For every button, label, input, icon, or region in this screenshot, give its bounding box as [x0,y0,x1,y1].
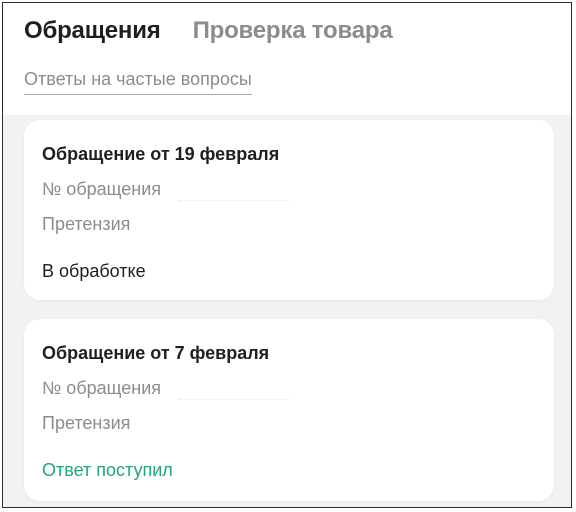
tab-appeals[interactable]: Обращения [24,17,161,45]
appeal-type: Претензия [42,413,131,433]
screen-frame: Обращения Проверка товара Ответы на част… [2,2,572,508]
appeal-number-value [179,200,289,201]
appeal-number-value [179,399,289,400]
tab-product-check[interactable]: Проверка товара [193,17,393,45]
appeal-title: Обращение от 7 февраля [42,343,270,363]
header: Обращения Проверка товара Ответы на част… [3,3,571,115]
appeal-number-label: № обращения [42,378,162,398]
appeal-card[interactable]: Обращение от 7 февраля № обращения Прете… [24,319,554,501]
faq-link[interactable]: Ответы на частые вопросы [24,69,252,95]
appeal-status: В обработке [42,261,146,281]
appeal-number-label: № обращения [42,179,162,199]
appeal-title: Обращение от 19 февраля [42,144,280,164]
tab-bar: Обращения Проверка товара [24,17,393,45]
appeal-card[interactable]: Обращение от 19 февраля № обращения Прет… [24,120,554,300]
appeal-type: Претензия [42,214,131,234]
appeal-status: Ответ поступил [42,460,173,480]
